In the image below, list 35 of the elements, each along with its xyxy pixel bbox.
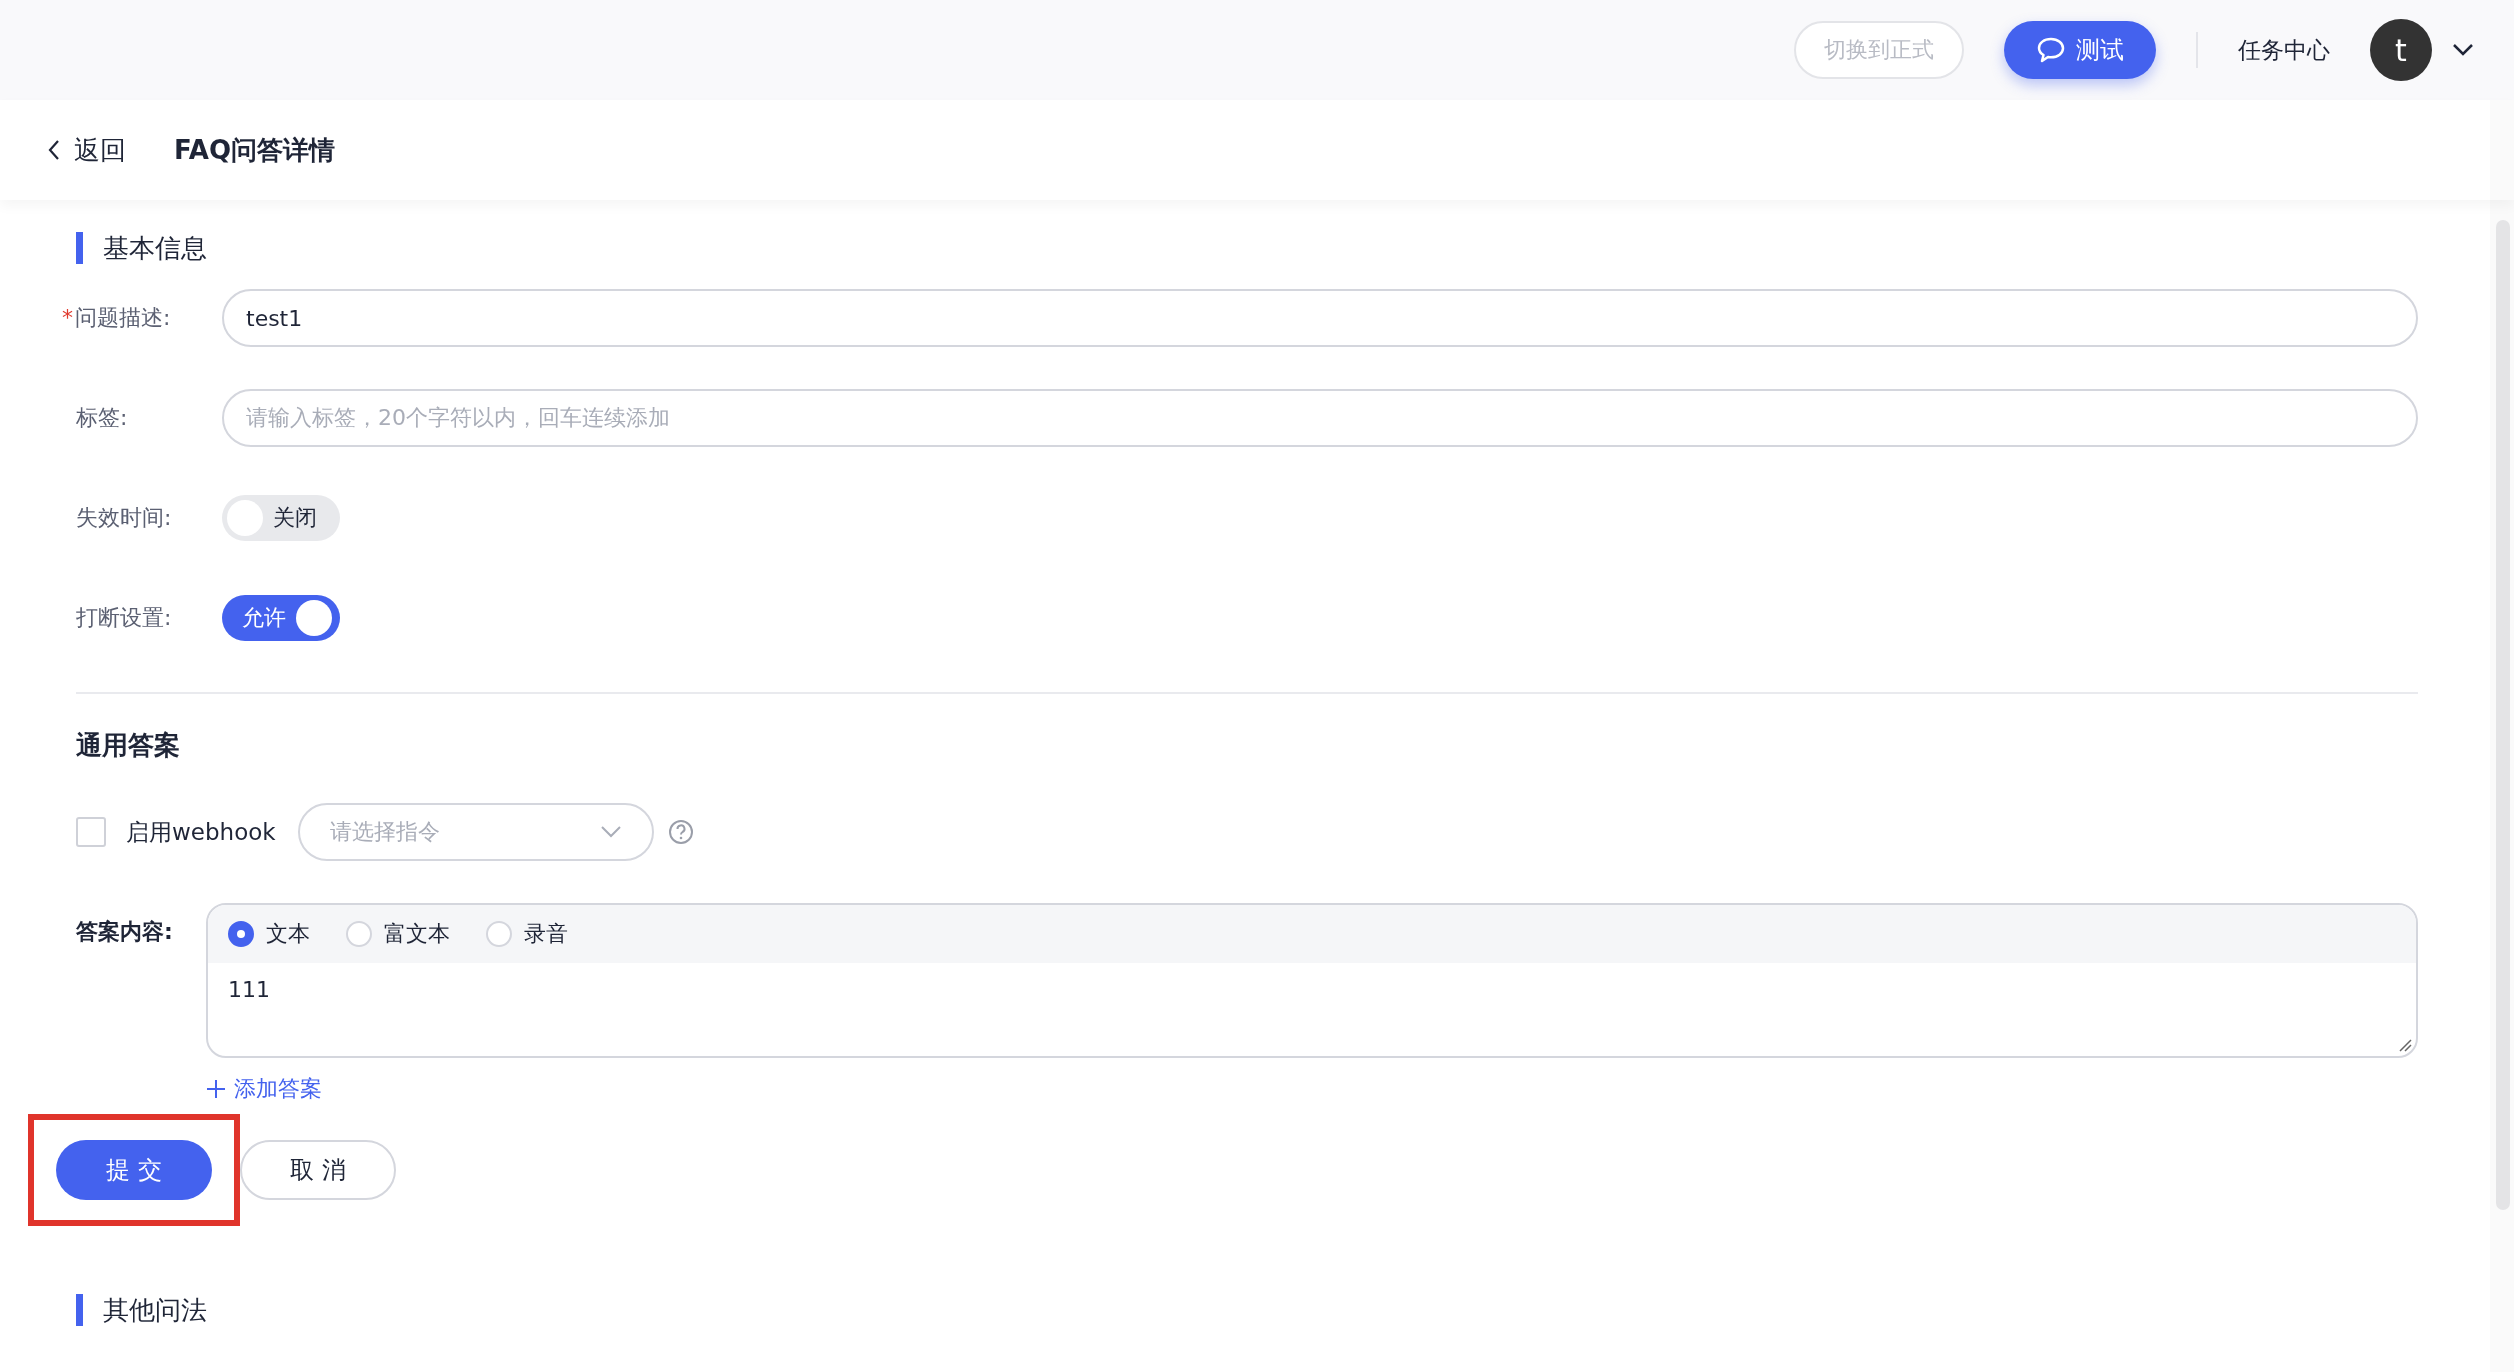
back-link[interactable]: 返回 [48, 132, 126, 168]
section-title: 其他问法 [103, 1293, 207, 1327]
webhook-checkbox[interactable] [76, 817, 106, 847]
toggle-switch[interactable]: 允许 [222, 595, 340, 641]
chevron-down-icon [599, 826, 622, 838]
help-icon[interactable] [667, 819, 694, 845]
test-button[interactable]: 测试 [2004, 21, 2156, 79]
section-title: 基本信息 [103, 231, 207, 265]
webhook-label: 启用webhook [126, 817, 276, 847]
answer-type-radio[interactable]: 富文本 [346, 919, 450, 949]
chevron-down-icon[interactable] [2452, 43, 2474, 57]
field-label: 打断设置: [76, 605, 172, 630]
chat-bubble-icon [2036, 36, 2066, 64]
plus-icon [206, 1079, 226, 1099]
answer-editor[interactable]: 文本 富文本 录音 111 [206, 903, 2418, 1058]
toggle-switch[interactable]: 关闭 [222, 495, 340, 541]
required-mark: * [62, 305, 73, 330]
cancel-button[interactable]: 取 消 [240, 1140, 396, 1200]
answer-type-radio[interactable]: 文本 [228, 919, 310, 949]
section-title: 通用答案 [76, 729, 181, 762]
resize-handle-icon[interactable] [2398, 1038, 2412, 1052]
section-marker [76, 1294, 83, 1326]
answer-type-radio[interactable]: 录音 [486, 919, 568, 949]
field-label: 失效时间: [76, 505, 172, 530]
user-avatar[interactable]: t [2370, 19, 2432, 81]
field-label: 问题描述: [75, 305, 171, 330]
add-answer-link[interactable]: 添加答案 [206, 1074, 322, 1104]
field-label: 答案内容: [76, 918, 174, 946]
submit-button[interactable]: 提 交 [56, 1140, 212, 1200]
question-input[interactable]: test1 [222, 289, 2418, 347]
chevron-left-icon [48, 139, 60, 161]
section-marker [76, 232, 83, 264]
page-title: FAQ问答详情 [174, 133, 335, 167]
task-center-link[interactable]: 任务中心 [2238, 34, 2330, 66]
field-label: 标签: [76, 405, 128, 430]
